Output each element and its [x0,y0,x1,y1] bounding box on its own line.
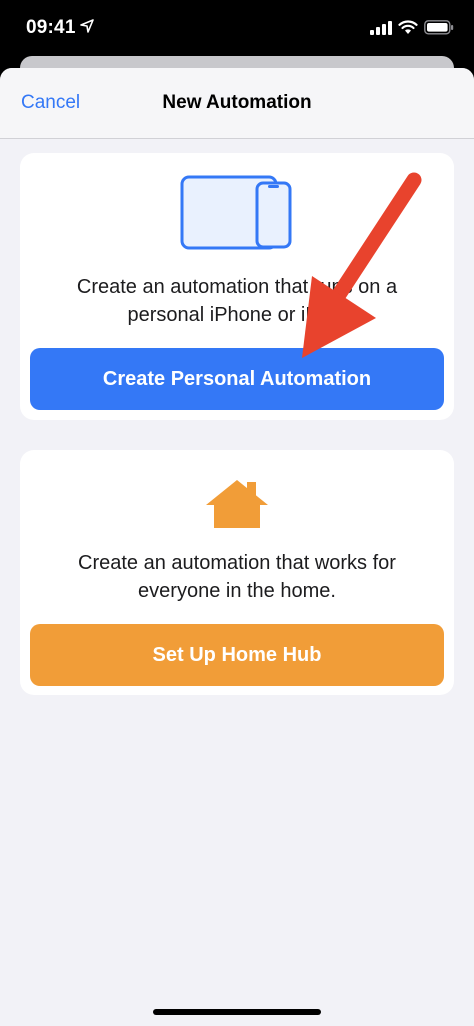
status-time: 09:41 [26,17,76,38]
battery-icon [424,20,454,35]
create-personal-automation-button[interactable]: Create Personal Automation [30,348,444,410]
navigation-bar: Cancel New Automation [0,68,474,139]
home-icon [206,480,268,528]
status-bar: 09:41 [0,0,474,58]
wifi-icon [398,20,418,34]
personal-automation-description: Create an automation that runs on a pers… [76,276,398,326]
home-indicator [153,1009,321,1015]
personal-automation-card: Create an automation that runs on a pers… [20,153,454,420]
cellular-signal-icon [370,20,392,35]
home-automation-description: Create an automation that works for ever… [78,552,396,602]
status-indicators [370,20,454,35]
new-automation-sheet: Cancel New Automation Create an automati… [0,68,474,1026]
page-title: New Automation [162,92,312,113]
iphone-ipad-icon [180,175,292,250]
location-arrow-icon [80,19,94,33]
home-automation-card: Create an automation that works for ever… [20,450,454,695]
set-up-home-hub-button[interactable]: Set Up Home Hub [30,624,444,686]
